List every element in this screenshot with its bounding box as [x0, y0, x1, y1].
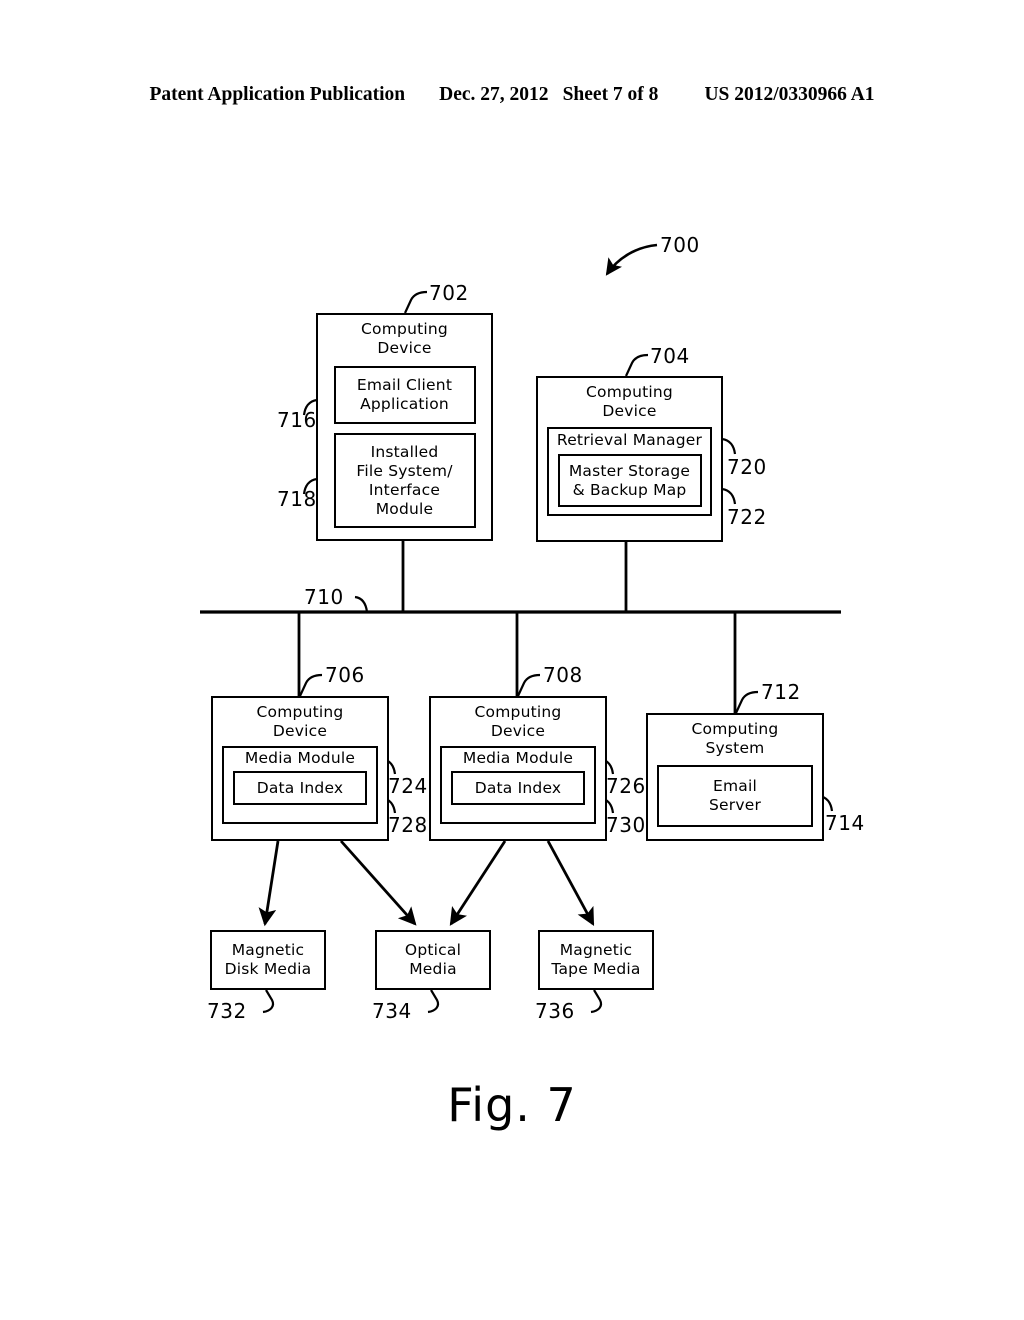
master-storage-backup-map-box[interactable]: Master Storage & Backup Map — [557, 454, 702, 507]
data-index-730-box[interactable]: Data Index — [451, 771, 585, 805]
arrow-706-to-optical — [339, 840, 417, 926]
ref-732-leader — [262, 989, 275, 1014]
ref-number-728: 728 — [388, 813, 428, 837]
ref-number-724: 724 — [388, 774, 428, 798]
ref-number-736: 736 — [535, 999, 575, 1023]
computing-device-704-title: Computing Device — [586, 383, 673, 420]
ref-number-718: 718 — [277, 487, 317, 511]
arrow-708-to-magnetic-tape — [546, 840, 595, 926]
email-client-application-box[interactable]: Email Client Application — [333, 366, 476, 424]
ref-702-leader — [404, 290, 428, 314]
master-storage-backup-map-label: Master Storage & Backup Map — [568, 461, 691, 499]
ref-number-708: 708 — [543, 663, 583, 687]
ref-number-710: 710 — [304, 585, 344, 609]
magnetic-disk-media-box[interactable]: Magnetic Disk Media — [210, 930, 326, 990]
ref-number-732: 732 — [207, 999, 247, 1023]
computing-system-712-box[interactable]: Computing System Email Server — [646, 713, 824, 841]
ref-number-702: 702 — [429, 281, 469, 305]
email-server-box[interactable]: Email Server — [657, 765, 813, 827]
media-module-708-box[interactable]: Media Module Data Index — [440, 746, 596, 824]
retrieval-manager-box[interactable]: Retrieval Manager Master Storage & Backu… — [547, 427, 712, 516]
optical-media-box[interactable]: Optical Media — [375, 930, 491, 990]
ref-734-leader — [427, 989, 440, 1014]
ref-number-734: 734 — [372, 999, 412, 1023]
data-index-728-label: Data Index — [256, 778, 344, 797]
ref-number-704: 704 — [650, 344, 690, 368]
computing-device-708-box[interactable]: Computing Device Media Module Data Index — [429, 696, 607, 841]
media-module-706-label: Media Module — [244, 749, 356, 767]
ref-number-706: 706 — [325, 663, 365, 687]
computing-device-706-title: Computing Device — [256, 703, 344, 740]
installed-file-system-interface-module-box[interactable]: Installed File System/ Interface Module — [333, 433, 476, 528]
computing-device-702-title: Computing Device — [361, 320, 448, 357]
email-server-label: Email Server — [708, 777, 762, 814]
ref-number-716: 716 — [277, 408, 317, 432]
figure-caption: Fig. 7 — [447, 1078, 577, 1132]
arrow-706-to-magnetic-disk — [258, 840, 280, 927]
magnetic-disk-media-label: Magnetic Disk Media — [224, 941, 312, 978]
ref-number-722: 722 — [727, 505, 767, 529]
computing-system-712-title: Computing System — [691, 720, 779, 757]
ref-712-leader — [735, 690, 759, 714]
ref-708-leader — [517, 673, 541, 697]
ref-736-leader — [590, 989, 603, 1014]
ref-710-leader — [354, 595, 369, 613]
media-module-708-label: Media Module — [462, 749, 574, 767]
computing-device-702-box[interactable]: Computing Device Email Client Applicatio… — [316, 313, 493, 541]
arrow-708-to-optical — [449, 840, 507, 926]
installed-file-system-interface-module-label: Installed File System/ Interface Module — [356, 442, 453, 518]
ref-number-712: 712 — [761, 680, 801, 704]
computing-device-706-box[interactable]: Computing Device Media Module Data Index — [211, 696, 389, 841]
ref-number-726: 726 — [606, 774, 646, 798]
ref-number-714: 714 — [825, 811, 865, 835]
ref-number-700: 700 — [660, 233, 700, 257]
computing-device-704-box[interactable]: Computing Device Retrieval Manager Maste… — [536, 376, 723, 542]
media-module-706-box[interactable]: Media Module Data Index — [222, 746, 378, 824]
computing-device-708-title: Computing Device — [474, 703, 562, 740]
ref-704-leader — [625, 353, 649, 377]
system-700-leader-arrow — [605, 243, 658, 276]
ref-706-leader — [299, 673, 323, 697]
email-client-application-label: Email Client Application — [356, 376, 453, 413]
ref-number-730: 730 — [606, 813, 646, 837]
data-index-730-label: Data Index — [474, 778, 562, 797]
data-index-728-box[interactable]: Data Index — [233, 771, 367, 805]
magnetic-tape-media-box[interactable]: Magnetic Tape Media — [538, 930, 654, 990]
retrieval-manager-label: Retrieval Manager — [556, 431, 703, 449]
optical-media-label: Optical Media — [404, 941, 462, 978]
ref-number-720: 720 — [727, 455, 767, 479]
magnetic-tape-media-label: Magnetic Tape Media — [551, 941, 641, 978]
